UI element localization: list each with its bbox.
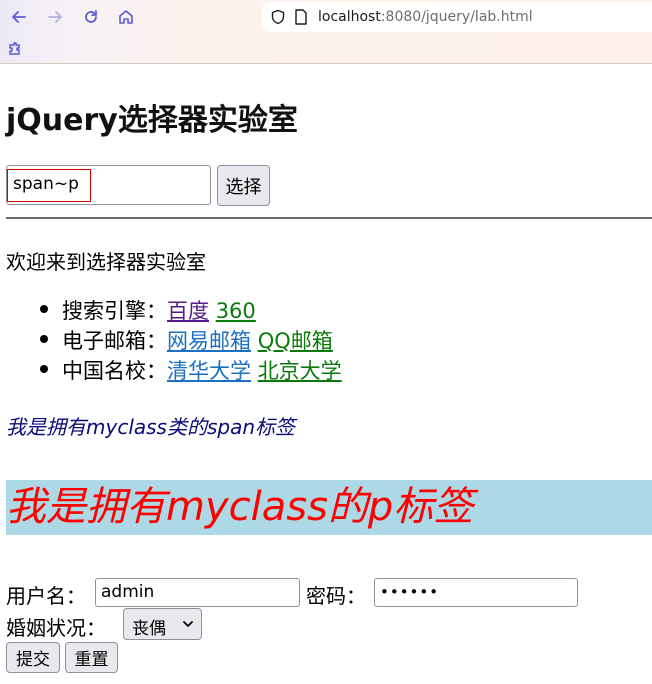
reset-button[interactable]: 重置 <box>65 642 118 673</box>
link-pku[interactable]: 北京大学 <box>258 359 342 383</box>
welcome-text: 欢迎来到选择器实验室 <box>6 250 206 274</box>
browser-toolbar: localhost:8080/jquery/lab.html <box>0 0 652 64</box>
password-input[interactable]: •••••• <box>374 578 578 607</box>
forward-icon[interactable] <box>44 6 66 28</box>
link-qq-mail[interactable]: QQ邮箱 <box>258 329 333 353</box>
username-label: 用户名： <box>6 584 86 608</box>
page-title: jQuery选择器实验室 <box>6 103 298 138</box>
myclass-span: 我是拥有myclass类的span标签 <box>6 415 296 439</box>
marital-select[interactable]: 丧偶 <box>123 608 202 640</box>
selector-input[interactable]: span~p <box>6 165 211 205</box>
bullet <box>40 365 48 373</box>
back-icon[interactable] <box>8 6 30 28</box>
reload-icon[interactable] <box>80 6 102 28</box>
page-icon <box>294 9 308 25</box>
list-item-label: 中国名校： <box>62 359 167 383</box>
link-baidu[interactable]: 百度 <box>167 299 209 323</box>
bullet <box>40 305 48 313</box>
home-icon[interactable] <box>115 6 137 28</box>
link-tsinghua[interactable]: 清华大学 <box>167 359 251 383</box>
page-content: jQuery选择器实验室 span~p 选择 欢迎来到选择器实验室 搜索引擎：百… <box>0 65 652 684</box>
myclass-paragraph-text: 我是拥有myclass的p标签 <box>6 484 474 530</box>
selector-highlight <box>7 169 91 202</box>
list-item-label: 搜索引擎： <box>62 299 167 323</box>
divider <box>6 217 652 219</box>
url-text[interactable]: localhost:8080/jquery/lab.html <box>318 9 533 25</box>
username-value: admin <box>101 582 155 602</box>
link-163-mail[interactable]: 网易邮箱 <box>167 329 251 353</box>
link-list: 搜索引擎：百度 360 电子邮箱：网易邮箱 QQ邮箱 中国名校：清华大学 北京大… <box>40 295 342 385</box>
password-value: •••••• <box>380 583 440 601</box>
url-path: :8080/jquery/lab.html <box>380 9 533 25</box>
extension-icon[interactable] <box>4 38 26 60</box>
list-item-label: 电子邮箱： <box>62 329 167 353</box>
bullet <box>40 335 48 343</box>
submit-button[interactable]: 提交 <box>6 642 60 673</box>
marital-selected-value: 丧偶 <box>132 619 166 639</box>
username-input[interactable]: admin <box>95 578 300 607</box>
myclass-paragraph: 我是拥有myclass的p标签 <box>6 480 652 535</box>
list-item: 中国名校：清华大学 北京大学 <box>40 355 342 385</box>
chevron-down-icon <box>182 618 194 630</box>
password-label: 密码： <box>306 584 366 608</box>
marital-label: 婚姻状况： <box>6 616 106 640</box>
link-360[interactable]: 360 <box>216 299 256 323</box>
shield-icon[interactable] <box>270 9 286 25</box>
list-item: 搜索引擎：百度 360 <box>40 295 342 325</box>
list-item: 电子邮箱：网易邮箱 QQ邮箱 <box>40 325 342 355</box>
select-button[interactable]: 选择 <box>217 165 270 206</box>
url-host: localhost <box>318 9 381 25</box>
address-bar[interactable]: localhost:8080/jquery/lab.html <box>262 2 652 32</box>
